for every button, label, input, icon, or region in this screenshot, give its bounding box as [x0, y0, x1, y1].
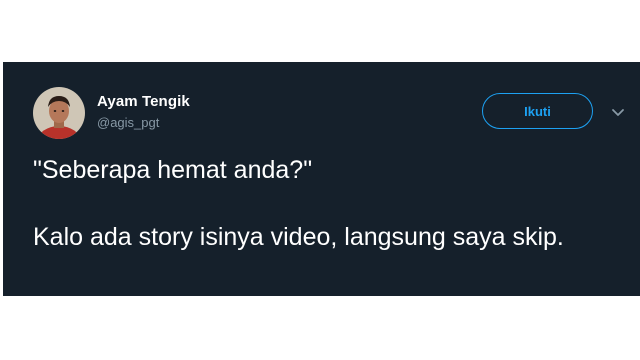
- follow-button[interactable]: Ikuti: [482, 93, 593, 129]
- author-handle[interactable]: @agis_pgt: [97, 115, 159, 130]
- chevron-down-icon[interactable]: [611, 108, 625, 118]
- author-name[interactable]: Ayam Tengik: [97, 93, 190, 110]
- tweet-card: Ayam Tengik @agis_pgt Ikuti "Seberapa he…: [3, 62, 640, 296]
- screenshot-canvas: Ayam Tengik @agis_pgt Ikuti "Seberapa he…: [0, 0, 640, 360]
- avatar[interactable]: [33, 87, 85, 139]
- tweet-paragraph: Kalo ada story isinya video, langsung sa…: [33, 223, 564, 251]
- tweet-text: "Seberapa hemat anda?" Kalo ada story is…: [33, 154, 613, 254]
- user-avatar-icon: [33, 87, 85, 139]
- tweet-paragraph: "Seberapa hemat anda?": [33, 156, 313, 184]
